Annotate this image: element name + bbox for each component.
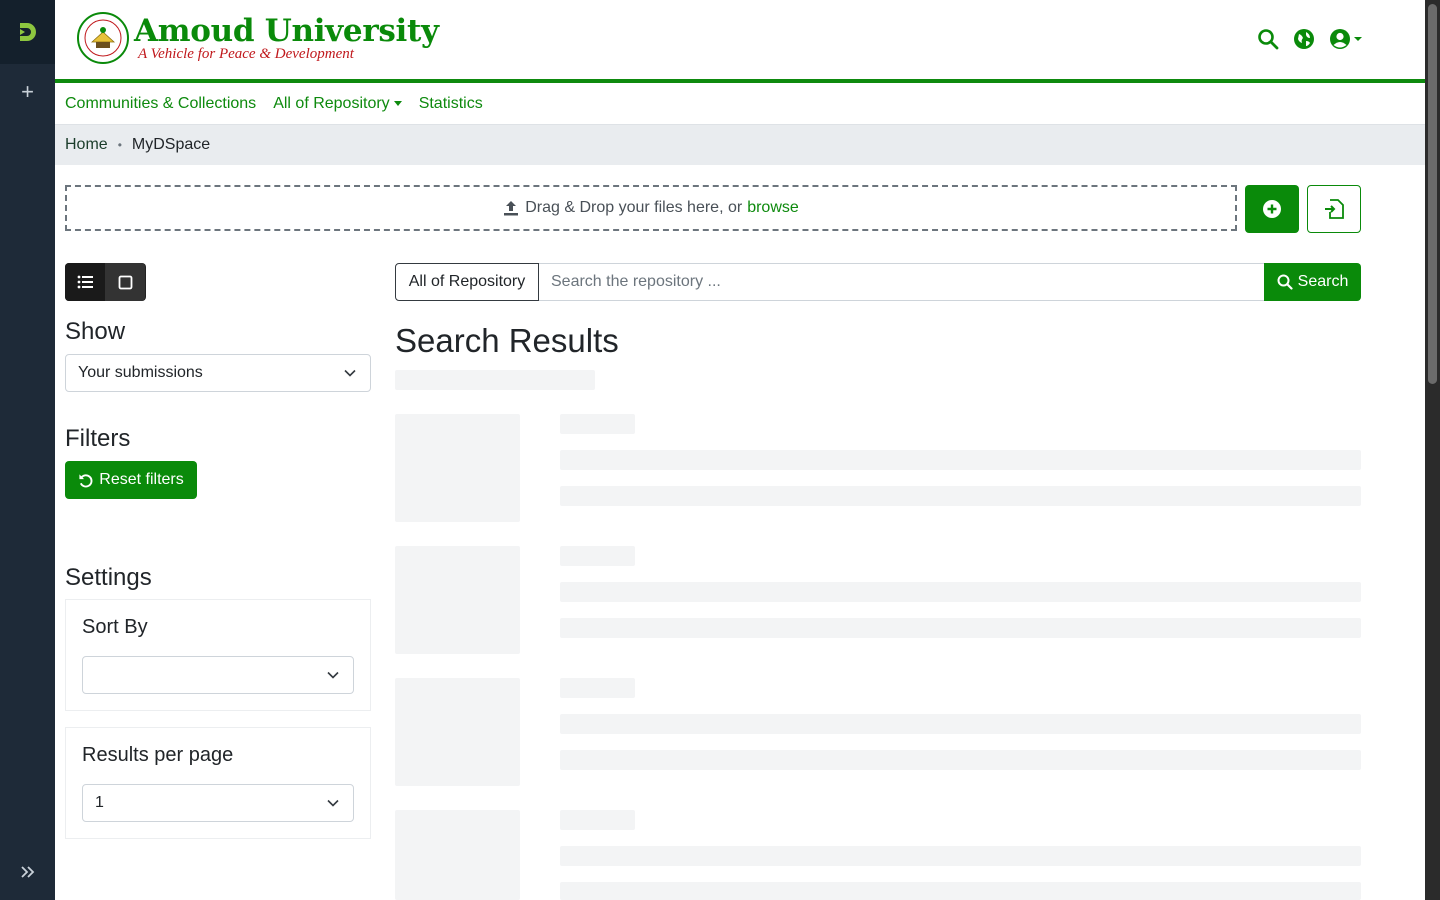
- chevron-down-icon: [327, 671, 339, 679]
- university-seal-icon: [77, 12, 129, 64]
- expand-sidebar-icon[interactable]: [0, 856, 55, 888]
- title-placeholder: [560, 846, 1361, 866]
- upload-icon: [503, 200, 519, 216]
- results-per-page-heading: Results per page: [82, 744, 234, 766]
- square-icon: [118, 275, 132, 289]
- university-tagline: A Vehicle for Peace & Development: [138, 46, 354, 62]
- thumbnail-placeholder: [395, 414, 520, 522]
- plus-circle-icon: [1263, 200, 1281, 218]
- thumbnail-placeholder: [395, 810, 520, 900]
- badge-placeholder: [560, 810, 635, 830]
- reset-filters-button[interactable]: Reset filters: [65, 461, 197, 499]
- filters-heading: Filters: [65, 425, 131, 452]
- grid-view-button[interactable]: [105, 263, 145, 301]
- chevron-down-icon: [344, 369, 356, 377]
- reset-filters-label: Reset filters: [99, 471, 184, 488]
- settings-heading: Settings: [65, 564, 152, 591]
- nav-communities-collections[interactable]: Communities & Collections: [65, 95, 256, 113]
- page-scrollbar[interactable]: [1425, 0, 1440, 900]
- breadcrumb-current: MyDSpace: [131, 136, 211, 153]
- add-icon[interactable]: +: [0, 76, 55, 108]
- badge-placeholder: [560, 678, 635, 698]
- meta-placeholder: [560, 618, 1361, 638]
- meta-placeholder: [560, 882, 1361, 900]
- thumbnail-placeholder: [395, 678, 520, 786]
- dropzone-text: Drag & Drop your files here, or: [525, 199, 743, 216]
- breadcrumb-home[interactable]: Home: [65, 136, 108, 154]
- thumbnail-placeholder: [395, 546, 520, 654]
- search-icon[interactable]: [1257, 28, 1279, 50]
- search-icon: [1277, 274, 1293, 290]
- university-name: Amoud University: [134, 13, 439, 49]
- meta-placeholder: [560, 486, 1361, 506]
- dspace-logo[interactable]: [0, 0, 55, 64]
- user-menu-icon[interactable]: [1329, 28, 1363, 50]
- main-navigation: Communities & Collections All of Reposit…: [55, 83, 1425, 125]
- scrollbar-thumb[interactable]: [1428, 4, 1437, 384]
- badge-placeholder: [560, 546, 635, 566]
- view-mode-toggle: [65, 263, 146, 301]
- list-view-button[interactable]: [65, 263, 105, 301]
- dspace-logo-icon: [19, 23, 36, 41]
- title-placeholder: [560, 450, 1361, 470]
- results-count-placeholder: [395, 370, 595, 390]
- list-icon: [77, 275, 93, 289]
- results-per-page-value: 1: [95, 794, 104, 811]
- nav-all-of-repository-label: All of Repository: [273, 94, 390, 112]
- search-button-label: Search: [1297, 273, 1349, 290]
- search-input[interactable]: Search the repository ...: [539, 263, 1265, 301]
- title-placeholder: [560, 714, 1361, 734]
- badge-placeholder: [560, 414, 635, 434]
- globe-icon[interactable]: [1293, 28, 1315, 50]
- show-heading: Show: [65, 318, 126, 345]
- admin-sidebar: +: [0, 0, 55, 900]
- breadcrumb-separator: •: [117, 138, 122, 152]
- breadcrumb: Home • MyDSpace: [55, 125, 1425, 165]
- university-logo[interactable]: Amoud University A Vehicle for Peace & D…: [76, 11, 439, 65]
- meta-placeholder: [560, 750, 1361, 770]
- browse-link[interactable]: browse: [747, 199, 799, 217]
- results-per-page-card: Results per page: [65, 727, 371, 839]
- title-placeholder: [560, 582, 1361, 602]
- results-per-page-select[interactable]: 1: [82, 784, 354, 822]
- import-button[interactable]: [1307, 185, 1361, 233]
- nav-all-of-repository[interactable]: All of Repository: [273, 95, 402, 113]
- sort-by-card: Sort By: [65, 599, 371, 711]
- caret-down-icon: [393, 101, 402, 106]
- new-submission-button[interactable]: [1245, 185, 1299, 233]
- file-import-icon: [1325, 199, 1344, 219]
- search-results-heading: Search Results: [395, 322, 619, 359]
- search-scope-button[interactable]: All of Repository: [395, 263, 539, 301]
- file-dropzone[interactable]: Drag & Drop your files here, or browse: [65, 185, 1237, 231]
- nav-statistics[interactable]: Statistics: [419, 95, 483, 113]
- site-header: Amoud University A Vehicle for Peace & D…: [55, 0, 1425, 83]
- show-select-value: Your submissions: [78, 364, 203, 381]
- chevron-down-icon: [327, 799, 339, 807]
- show-select[interactable]: Your submissions: [65, 354, 371, 392]
- sort-by-heading: Sort By: [82, 616, 148, 638]
- sort-by-select[interactable]: [82, 656, 354, 694]
- search-button[interactable]: Search: [1264, 263, 1361, 301]
- undo-icon: [79, 473, 93, 487]
